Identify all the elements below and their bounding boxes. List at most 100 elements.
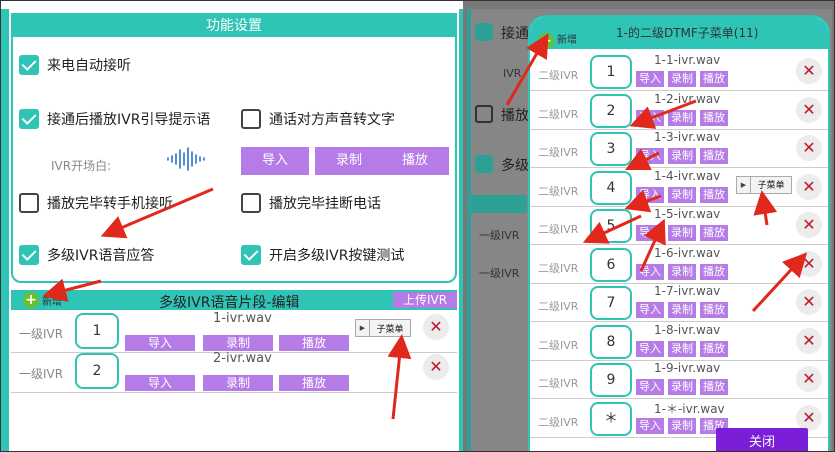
dtmf-key-field[interactable]: 2 xyxy=(590,93,632,128)
opening-import-button[interactable]: 导入 xyxy=(241,147,309,175)
row-import-button[interactable]: 导入 xyxy=(636,186,664,203)
background-level-text: 一级IVR xyxy=(479,267,520,280)
row-level-label: 二级IVR xyxy=(538,261,579,275)
row-play-button[interactable]: 播放 xyxy=(700,186,728,203)
row-record-button[interactable]: 录制 xyxy=(668,302,696,318)
settings-card: 功能设置 来电自动接听 接通后播放IVR引导提示语 通话对方声音转文字 IVR开… xyxy=(11,13,457,283)
hangup-option[interactable]: 播放完毕挂断电话 xyxy=(241,193,381,213)
row-import-button[interactable]: 导入 xyxy=(125,375,195,391)
dtmf-key-field[interactable]: ＊ xyxy=(590,401,632,436)
audio-filename: 1-＊-ivr.wav xyxy=(654,401,725,416)
add-segment-button[interactable]: + 新增 xyxy=(23,292,62,308)
dtmf-key-field[interactable]: 2 xyxy=(75,353,119,389)
close-icon: ✕ xyxy=(802,253,816,273)
row-play-button[interactable]: 播放 xyxy=(700,379,728,395)
delete-row-button[interactable]: ✕ xyxy=(796,327,822,354)
delete-row-button[interactable]: ✕ xyxy=(796,173,822,200)
speech-to-text-checkbox[interactable] xyxy=(241,109,261,129)
row-play-button[interactable]: 播放 xyxy=(279,335,349,351)
transfer-phone-checkbox[interactable] xyxy=(19,193,39,213)
row-play-button[interactable]: 播放 xyxy=(700,340,728,357)
delete-row-button[interactable]: ✕ xyxy=(423,314,449,340)
row-record-button[interactable]: 录制 xyxy=(668,263,696,280)
upload-ivr-button[interactable]: 上传IVR xyxy=(393,292,457,308)
close-icon: ✕ xyxy=(802,61,816,80)
row-record-button[interactable]: 录制 xyxy=(668,109,696,126)
add-submenu-button[interactable]: + 新增 xyxy=(538,25,577,57)
row-import-button[interactable]: 导入 xyxy=(636,417,664,434)
row-play-button[interactable]: 播放 xyxy=(700,109,728,126)
row-import-button[interactable]: 导入 xyxy=(636,263,664,280)
row-record-button[interactable]: 录制 xyxy=(668,71,696,87)
dtmf-key-field[interactable]: 5 xyxy=(590,209,632,243)
dtmf-key-field[interactable]: 4 xyxy=(590,170,632,205)
row-level-label: 一级IVR xyxy=(19,367,64,381)
dtmf-key-field[interactable]: 9 xyxy=(590,363,632,397)
row-level-label: 二级IVR xyxy=(538,69,579,82)
audio-filename: 1-1-ivr.wav xyxy=(654,53,721,67)
delete-row-button[interactable]: ✕ xyxy=(796,404,822,431)
row-record-button[interactable]: 录制 xyxy=(668,417,696,434)
multi-ivr-test-label: 开启多级IVR按键测试 xyxy=(269,248,405,264)
row-import-button[interactable]: 导入 xyxy=(125,335,195,351)
dtmf-key-field[interactable]: 7 xyxy=(590,286,632,320)
multi-ivr-test-option[interactable]: 开启多级IVR按键测试 xyxy=(241,245,404,265)
dtmf-key-field[interactable]: 3 xyxy=(590,132,632,166)
close-icon: ✕ xyxy=(802,176,816,196)
row-play-button[interactable]: 播放 xyxy=(700,225,728,241)
row-record-button[interactable]: 录制 xyxy=(668,225,696,241)
row-record-button[interactable]: 录制 xyxy=(668,379,696,395)
delete-row-button[interactable]: ✕ xyxy=(796,58,822,84)
close-dialog-button[interactable]: 关闭 xyxy=(716,428,808,451)
dtmf-key-field[interactable]: 1 xyxy=(590,55,632,89)
row-record-button[interactable]: 录制 xyxy=(668,186,696,203)
delete-row-button[interactable]: ✕ xyxy=(796,289,822,315)
background-level-text: 一级IVR xyxy=(479,229,520,242)
play-ivr-option[interactable]: 接通后播放IVR引导提示语 xyxy=(19,109,210,129)
row-play-button[interactable]: 播放 xyxy=(700,148,728,164)
delete-row-button[interactable]: ✕ xyxy=(423,354,449,380)
delete-row-button[interactable]: ✕ xyxy=(796,250,822,277)
submenu-button[interactable]: ▶ 子菜单 xyxy=(355,319,411,337)
delete-row-button[interactable]: ✕ xyxy=(796,96,822,123)
multi-ivr-checkbox[interactable] xyxy=(19,245,39,265)
row-import-button[interactable]: 导入 xyxy=(636,109,664,126)
hangup-checkbox[interactable] xyxy=(241,193,261,213)
delete-row-button[interactable]: ✕ xyxy=(796,135,822,161)
row-import-button[interactable]: 导入 xyxy=(636,71,664,87)
row-record-button[interactable]: 录制 xyxy=(203,375,273,391)
dtmf-key-field[interactable]: 8 xyxy=(590,324,632,359)
delete-row-button[interactable]: ✕ xyxy=(796,212,822,238)
row-import-button[interactable]: 导入 xyxy=(636,340,664,357)
submenu-button[interactable]: ▶ 子菜单 xyxy=(736,175,792,194)
opening-record-button[interactable]: 录制 xyxy=(315,147,383,175)
dtmf-key-field[interactable]: 6 xyxy=(590,247,632,282)
play-ivr-checkbox[interactable] xyxy=(19,109,39,129)
row-record-button[interactable]: 录制 xyxy=(668,340,696,357)
auto-answer-option[interactable]: 来电自动接听 xyxy=(19,55,131,75)
row-play-button[interactable]: 播放 xyxy=(700,302,728,318)
auto-answer-checkbox[interactable] xyxy=(19,55,39,75)
row-play-button[interactable]: 播放 xyxy=(700,71,728,87)
row-play-button[interactable]: 播放 xyxy=(279,375,349,391)
background-play-text: 播放 xyxy=(501,108,529,124)
row-import-button[interactable]: 导入 xyxy=(636,302,664,318)
plus-icon: + xyxy=(23,292,39,308)
row-import-button[interactable]: 导入 xyxy=(636,225,664,241)
multi-ivr-option[interactable]: 多级IVR语音应答 xyxy=(19,245,154,265)
row-import-button[interactable]: 导入 xyxy=(636,148,664,164)
row-play-button[interactable]: 播放 xyxy=(700,263,728,280)
audio-filename: 1-8-ivr.wav xyxy=(654,322,721,337)
multi-ivr-test-checkbox[interactable] xyxy=(241,245,261,265)
speech-to-text-option[interactable]: 通话对方声音转文字 xyxy=(241,109,395,129)
transfer-phone-option[interactable]: 播放完毕转手机接听 xyxy=(19,193,173,213)
row-import-button[interactable]: 导入 xyxy=(636,379,664,395)
dtmf-key-field[interactable]: 1 xyxy=(75,313,119,349)
row-record-button[interactable]: 录制 xyxy=(668,148,696,164)
background-connect-text: 接通 xyxy=(501,26,529,42)
row-record-button[interactable]: 录制 xyxy=(203,335,273,351)
opening-play-button[interactable]: 播放 xyxy=(381,147,449,175)
row-level-label: 二级IVR xyxy=(538,184,579,198)
delete-row-button[interactable]: ✕ xyxy=(796,366,822,392)
close-icon: ✕ xyxy=(802,292,816,311)
